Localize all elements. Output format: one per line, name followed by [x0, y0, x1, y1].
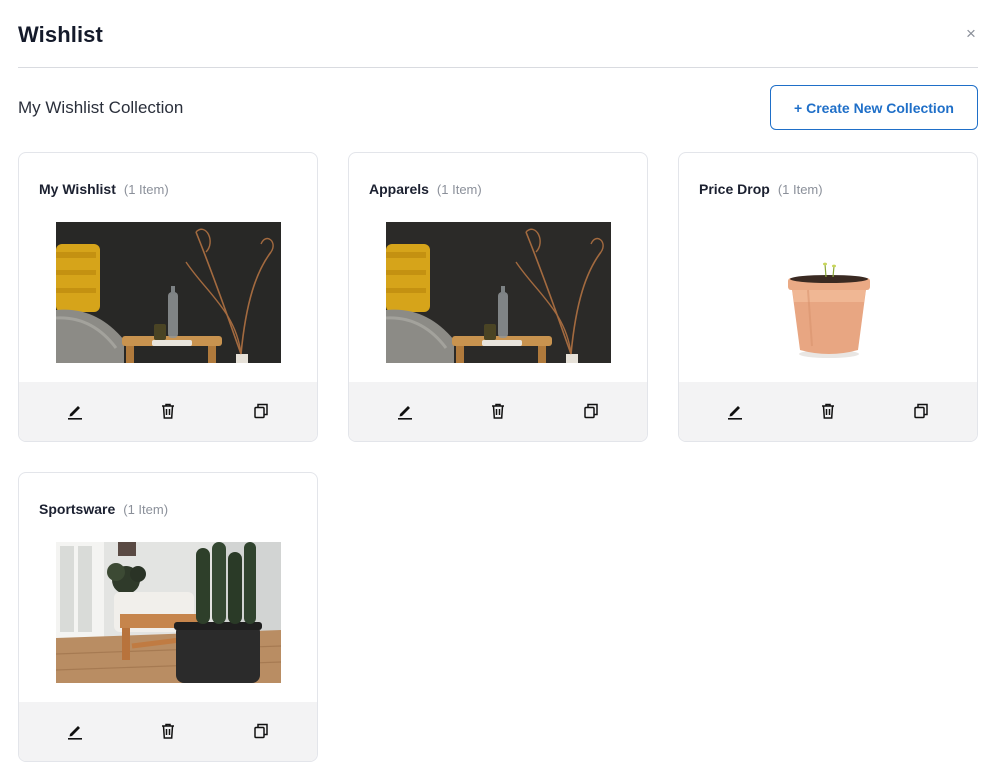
- card-actions: [349, 382, 647, 441]
- card-actions: [19, 382, 317, 441]
- collection-count: (1 Item): [777, 182, 823, 197]
- pencil-icon[interactable]: [725, 401, 745, 421]
- copy-icon[interactable]: [251, 721, 271, 741]
- pencil-icon[interactable]: [65, 401, 85, 421]
- trash-icon[interactable]: [488, 401, 508, 421]
- collection-count: (1 Item): [123, 502, 169, 517]
- copy-icon[interactable]: [911, 401, 931, 421]
- collection-name: Apparels (1 Item): [369, 181, 482, 197]
- collection-card[interactable]: My Wishlist (1 Item): [18, 152, 318, 442]
- collection-name: Price Drop (1 Item): [699, 181, 823, 197]
- card-actions: [19, 702, 317, 761]
- bedroom-nightstand-image[interactable]: [386, 222, 611, 363]
- card-actions: [679, 382, 977, 441]
- terracotta-pot-image[interactable]: [716, 222, 941, 363]
- collection-card[interactable]: Price Drop (1 Item): [678, 152, 978, 442]
- wishlist-modal: Wishlist × My Wishlist Collection + Crea…: [0, 0, 997, 776]
- pencil-icon[interactable]: [65, 721, 85, 741]
- collection-card[interactable]: Apparels (1 Item): [348, 152, 648, 442]
- pencil-icon[interactable]: [395, 401, 415, 421]
- collection-name: Sportsware (1 Item): [39, 501, 169, 517]
- collection-count: (1 Item): [436, 182, 482, 197]
- trash-icon[interactable]: [158, 401, 178, 421]
- trash-icon[interactable]: [818, 401, 838, 421]
- living-room-cactus-image[interactable]: [56, 542, 281, 683]
- collection-card[interactable]: Sportsware (1 Item): [18, 472, 318, 762]
- copy-icon[interactable]: [251, 401, 271, 421]
- modal-title: Wishlist: [18, 22, 103, 47]
- copy-icon[interactable]: [581, 401, 601, 421]
- close-icon[interactable]: ×: [964, 25, 978, 42]
- trash-icon[interactable]: [158, 721, 178, 741]
- collection-count: (1 Item): [123, 182, 169, 197]
- bedroom-nightstand-image[interactable]: [56, 222, 281, 363]
- collection-heading: My Wishlist Collection: [18, 98, 184, 117]
- collection-name: My Wishlist (1 Item): [39, 181, 169, 197]
- modal-header: Wishlist ×: [18, 0, 978, 68]
- create-new-collection-button[interactable]: + Create New Collection: [770, 85, 978, 130]
